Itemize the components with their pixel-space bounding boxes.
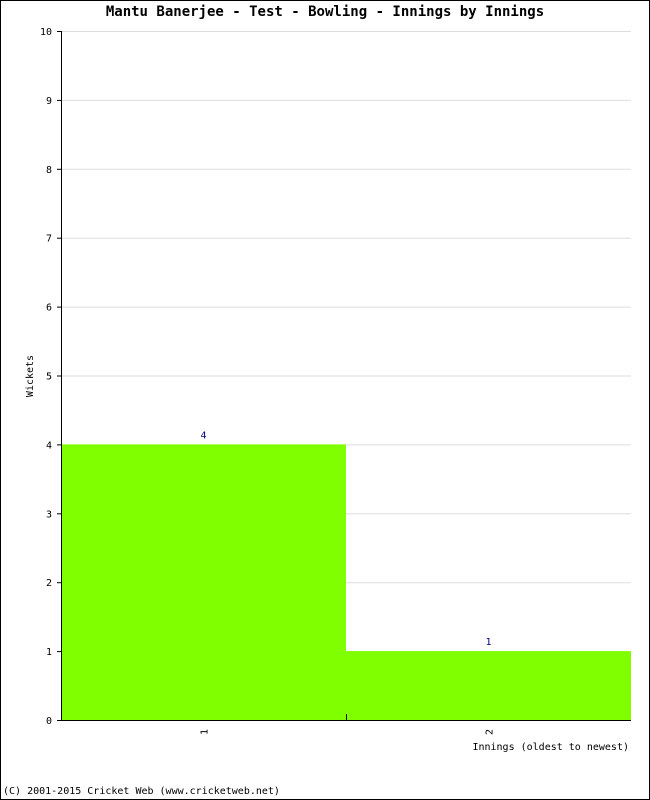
y-tick-label: 0 bbox=[46, 716, 52, 727]
bar-chart: 012345678910 12 41 Wickets Innings (olde… bbox=[25, 27, 631, 753]
copyright-footer: (C) 2001-2015 Cricket Web (www.cricketwe… bbox=[3, 786, 280, 797]
x-tick-label: 1 bbox=[200, 729, 211, 735]
y-tick-labels: 0 1 2 3 4 5 6 7 8 9 10 bbox=[40, 27, 52, 727]
x-axis-label: Innings (oldest to newest) bbox=[472, 742, 629, 753]
y-tick-label: 6 bbox=[46, 303, 52, 314]
y-tick-label: 3 bbox=[46, 509, 52, 520]
x-tick-labels: 12 bbox=[200, 729, 496, 735]
y-tick-label: 4 bbox=[46, 440, 52, 451]
data-label: 4 bbox=[200, 430, 206, 441]
y-tick-label: 2 bbox=[46, 578, 52, 589]
y-tick-label: 8 bbox=[46, 165, 52, 176]
y-tick-label: 10 bbox=[40, 27, 52, 38]
y-tick-label: 1 bbox=[46, 647, 52, 658]
y-tick-label: 7 bbox=[46, 234, 52, 245]
y-tick-label: 5 bbox=[46, 372, 52, 383]
bar bbox=[346, 651, 631, 720]
y-axis-label: Wickets bbox=[25, 355, 36, 397]
y-tick-label: 9 bbox=[46, 96, 52, 107]
x-tick-label: 2 bbox=[485, 729, 496, 735]
data-label: 1 bbox=[485, 637, 491, 648]
bar bbox=[61, 444, 346, 720]
